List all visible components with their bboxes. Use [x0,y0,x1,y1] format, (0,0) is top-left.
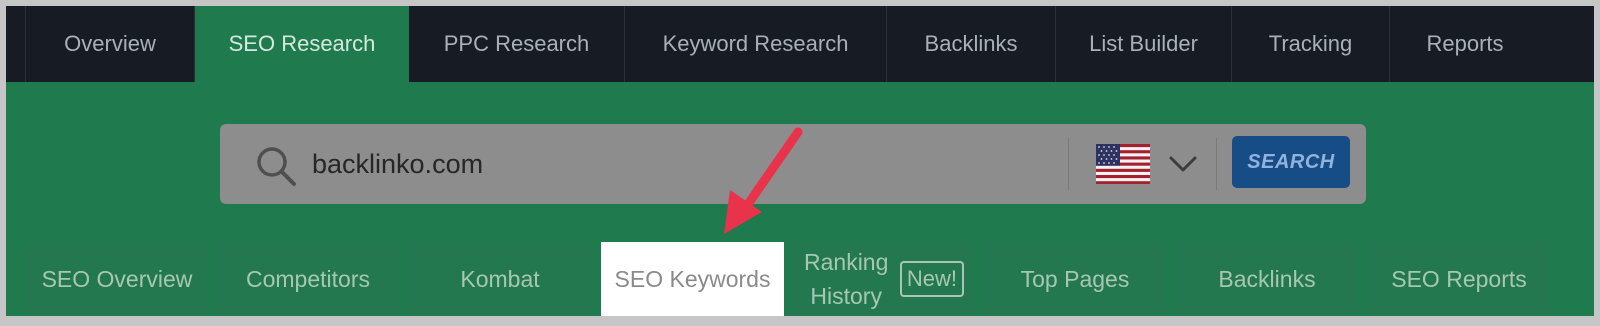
tab-keyword-research[interactable]: Keyword Research [625,6,887,82]
subtab-ranking-history[interactable]: Ranking History New! [792,242,974,316]
subtab-competitors-label: Competitors [246,265,370,292]
subtab-seo-overview-label: SEO Overview [41,265,193,292]
search-divider-2 [1216,138,1217,190]
search-button[interactable]: SEARCH [1232,136,1350,188]
tab-ppc-research[interactable]: PPC Research [409,6,625,82]
annotation-arrow-icon [724,127,803,234]
subtab-seo-keywords-label: SEO Keywords [614,265,771,292]
tab-keyword-research-label: Keyword Research [662,31,849,56]
subtab-backlinks-label: Backlinks [1218,265,1316,292]
tab-list-builder[interactable]: List Builder [1056,6,1232,82]
subtab-top-pages[interactable]: Top Pages [984,242,1166,316]
tab-seo-research-label: SEO Research [228,31,376,56]
tab-tracking[interactable]: Tracking [1232,6,1390,82]
new-badge: New! [899,261,964,297]
us-flag-icon[interactable] [1096,144,1150,184]
subtab-kombat[interactable]: Kombat [408,242,592,316]
top-nav-spacer [6,6,26,82]
ranking-history-label-line2: History [810,283,882,309]
subtab-seo-reports-label: SEO Reports [1391,265,1527,292]
tab-backlinks[interactable]: Backlinks [887,6,1056,82]
tab-overview[interactable]: Overview [26,6,195,82]
tab-ppc-research-label: PPC Research [443,31,590,56]
tab-reports-label: Reports [1426,31,1504,56]
tab-list-builder-label: List Builder [1089,31,1198,56]
ranking-history-label-line1: Ranking [804,249,889,275]
tab-tracking-label: Tracking [1268,31,1353,56]
subtab-competitors[interactable]: Competitors [216,242,400,316]
top-navigation: Overview SEO Research PPC Research Keywo… [6,6,1594,82]
app-frame: Overview SEO Research PPC Research Keywo… [6,6,1594,316]
chevron-down-icon[interactable] [1168,154,1198,174]
subtab-backlinks[interactable]: Backlinks [1176,242,1358,316]
tab-overview-label: Overview [64,31,156,56]
domain-search-input[interactable] [312,140,1052,188]
search-divider [1068,138,1069,190]
subtab-seo-reports[interactable]: SEO Reports [1368,242,1550,316]
tab-reports[interactable]: Reports [1390,6,1540,82]
subtab-seo-keywords[interactable]: SEO Keywords [601,242,784,316]
search-button-label: SEARCH [1247,150,1335,173]
subtab-kombat-label: Kombat [460,265,540,292]
subtab-seo-overview[interactable]: SEO Overview [26,242,208,316]
subtab-top-pages-label: Top Pages [1020,265,1130,292]
search-icon [257,147,296,186]
tab-seo-research[interactable]: SEO Research [195,6,409,82]
tab-backlinks-label: Backlinks [924,31,1018,56]
ranking-history-label: Ranking History [804,245,888,313]
